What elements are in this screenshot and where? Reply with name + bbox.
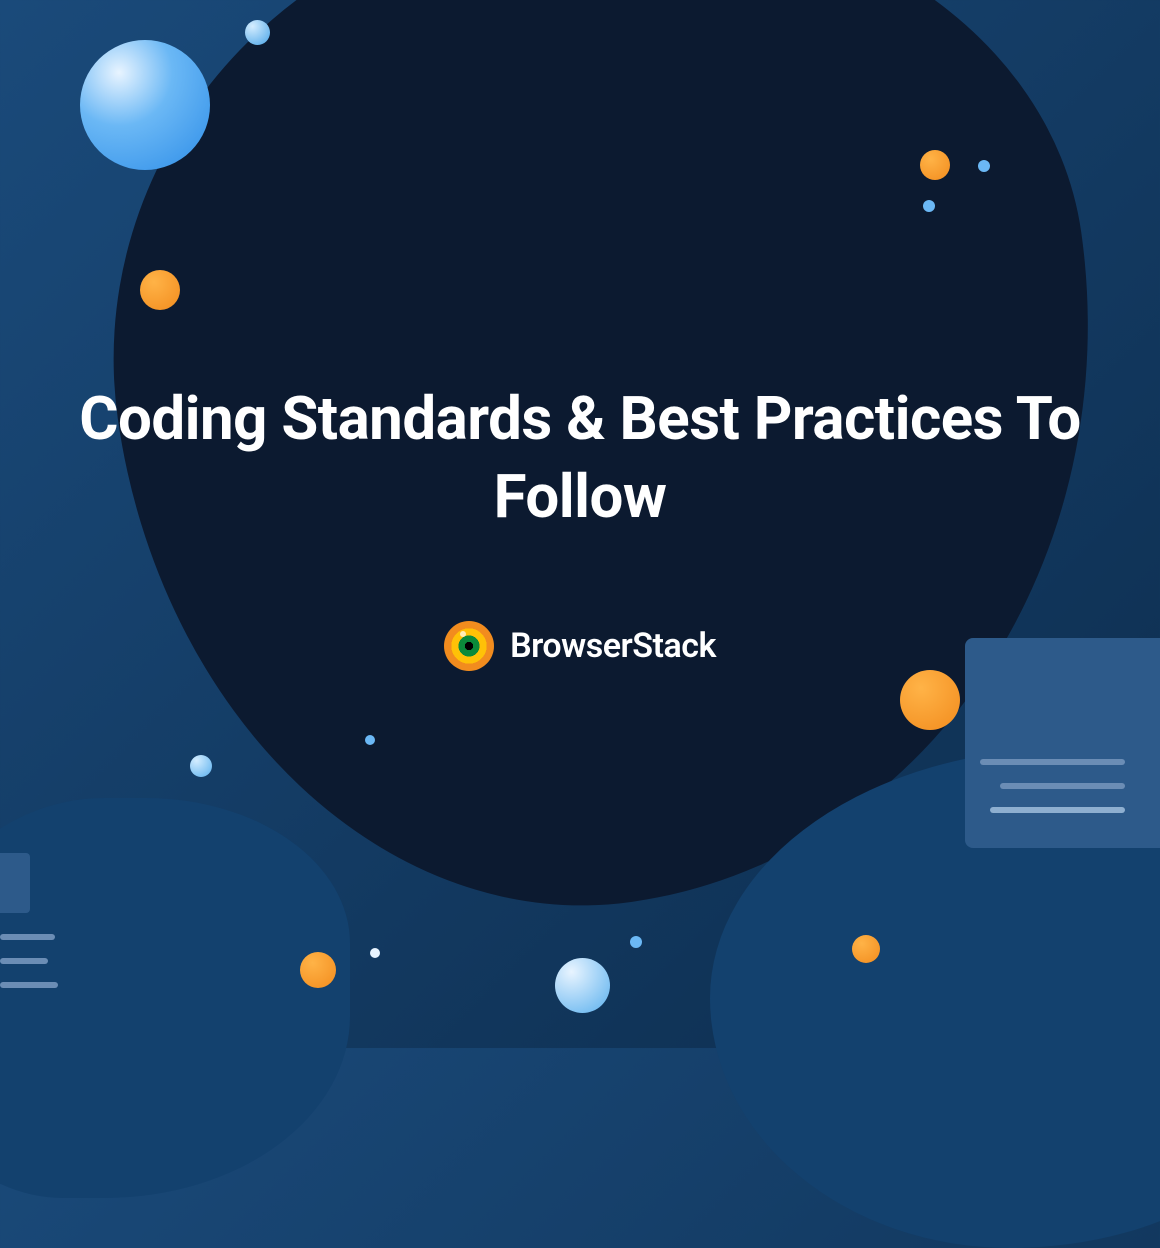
- decorative-circle: [555, 958, 610, 1013]
- decorative-circle: [140, 270, 180, 310]
- decorative-circle: [365, 735, 375, 745]
- decorative-circle: [852, 935, 880, 963]
- decorative-circle: [370, 948, 380, 958]
- decorative-circle: [920, 150, 950, 180]
- decorative-blob: [0, 798, 350, 1198]
- decorative-circle: [900, 670, 960, 730]
- decorative-circle: [300, 952, 336, 988]
- brand-name: BrowserStack: [510, 626, 716, 666]
- browserstack-logo-icon: [444, 621, 494, 671]
- decorative-circle: [923, 200, 935, 212]
- page-title: Coding Standards & Best Practices To Fol…: [0, 380, 1160, 536]
- decorative-rect: [0, 853, 30, 913]
- decorative-lines: [0, 934, 58, 988]
- decorative-circle: [80, 40, 210, 170]
- hero-content: Coding Standards & Best Practices To Fol…: [0, 380, 1160, 675]
- decorative-circle: [978, 160, 990, 172]
- decorative-lines: [980, 759, 1125, 813]
- brand-lockup: BrowserStack: [444, 621, 716, 671]
- decorative-circle: [190, 755, 212, 777]
- decorative-circle: [630, 936, 642, 948]
- decorative-circle: [245, 20, 270, 45]
